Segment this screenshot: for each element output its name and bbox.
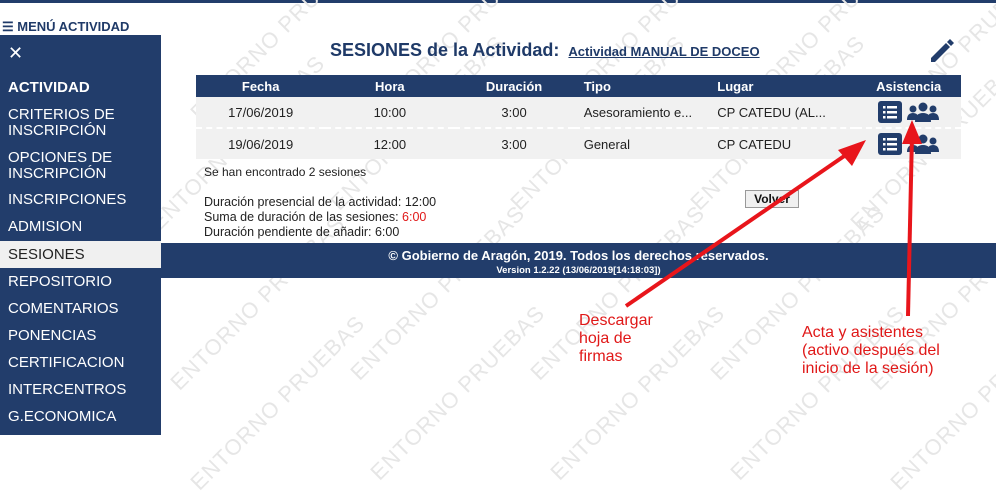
activity-link[interactable]: Actividad MANUAL DE DOCEO — [568, 44, 759, 59]
annotation-line: inicio de la sesión) — [802, 360, 934, 377]
cell-lugar: CP CATEDU (AL... — [713, 97, 857, 129]
sidebar-item-geconomica[interactable]: G.ECONOMICA — [0, 409, 161, 425]
sidebar-item-comentarios[interactable]: COMENTARIOS — [0, 301, 161, 317]
cell-fecha: 19/06/2019 — [196, 128, 326, 159]
users-icon[interactable] — [906, 101, 940, 123]
arrow-left-line — [624, 148, 855, 308]
volver-button[interactable]: Volver — [745, 190, 799, 208]
presencial-line: Duración presencial de la actividad: 12:… — [204, 195, 436, 210]
annotation-acta: Acta y asistentes (activo después del in… — [802, 324, 940, 378]
close-icon[interactable]: ✕ — [8, 43, 23, 64]
sidebar-item-certificacion[interactable]: CERTIFICACION — [0, 355, 161, 371]
suma-line: Suma de duración de las sesiones: 6:00 — [204, 210, 436, 225]
col-tipo-header: Tipo — [573, 75, 714, 97]
sidebar-item-criterios-line2[interactable]: INSCRIPCIÓN — [0, 123, 161, 139]
cell-asistencia — [856, 128, 961, 159]
list-icon[interactable] — [877, 133, 902, 155]
footer-copyright: © Gobierno de Aragón, 2019. Todos los de… — [388, 248, 769, 263]
annotation-line: firmas — [579, 348, 623, 365]
cell-hora: 10:00 — [325, 97, 455, 129]
presencial-value: 12:00 — [404, 195, 437, 209]
presencial-label: Duración presencial de la actividad: — [204, 195, 402, 209]
sidebar-item-actividad[interactable]: ACTIVIDAD — [0, 80, 161, 96]
annotation-line: (activo después del — [802, 342, 940, 359]
table-row: 19/06/2019 12:00 3:00 General CP CATEDU — [196, 128, 961, 159]
cell-duracion: 3:00 — [454, 128, 574, 159]
top-border-line — [0, 0, 996, 3]
cell-fecha: 17/06/2019 — [196, 97, 326, 129]
sidebar-item-admision[interactable]: ADMISION — [0, 219, 161, 235]
suma-label: Suma de duración de las sesiones: — [204, 210, 399, 224]
sidebar-item-intercentros[interactable]: INTERCENTROS — [0, 382, 161, 398]
cell-tipo: General — [573, 128, 714, 159]
pendiente-label: Duración pendiente de añadir: — [204, 225, 372, 239]
annotation-line: Descargar — [579, 312, 653, 329]
page-title-text: SESIONES de la Actividad: — [330, 40, 560, 60]
cell-asistencia — [856, 97, 961, 129]
sidebar-item-criterios-line1[interactable]: CRITERIOS DE — [0, 107, 161, 123]
sidebar-item-opciones-line1[interactable]: OPCIONES DE — [0, 150, 161, 166]
pendiente-line: Duración pendiente de añadir: 6:00 — [204, 225, 436, 240]
arrow-right-line — [906, 133, 914, 317]
col-hora-header: Hora — [325, 75, 455, 97]
sessions-found-text: Se han encontrado 2 sesiones — [204, 165, 367, 179]
list-icon[interactable] — [877, 101, 902, 123]
annotation-descargar: Descargar hoja de firmas — [579, 312, 653, 366]
annotation-line: hoja de — [579, 330, 632, 347]
sidebar-item-ponencias[interactable]: PONENCIAS — [0, 328, 161, 344]
col-fecha-header: Fecha — [196, 75, 326, 97]
suma-value: 6:00 — [402, 210, 427, 224]
col-lugar-header: Lugar — [713, 75, 857, 97]
cell-duracion: 3:00 — [454, 97, 574, 129]
sidebar-item-repositorio[interactable]: REPOSITORIO — [0, 274, 161, 290]
duration-summary: Duración presencial de la actividad: 12:… — [204, 195, 436, 240]
footer-version: Version 1.2.22 (13/06/2019[14:18:03]) — [496, 265, 661, 276]
sidebar: ✕ ACTIVIDAD CRITERIOS DE INSCRIPCIÓN OPC… — [0, 35, 161, 435]
menu-header[interactable]: ☰ MENÚ ACTIVIDAD — [2, 19, 129, 35]
pendiente-value: 6:00 — [374, 225, 400, 239]
watermark-text: ENTORNO PRUEBAS — [365, 300, 550, 485]
cell-lugar: CP CATEDU — [713, 128, 857, 159]
table-header-row: Fecha Hora Duración Tipo Lugar Asistenci… — [196, 75, 961, 97]
cell-tipo: Asesoramiento e... — [573, 97, 714, 129]
sidebar-item-opciones-line2[interactable]: INSCRIPCIÓN — [0, 166, 161, 182]
pencil-icon[interactable] — [926, 34, 958, 66]
col-asistencia-header: Asistencia — [856, 75, 961, 97]
page-title: SESIONES de la Actividad: Actividad MANU… — [330, 40, 760, 61]
table-row: 17/06/2019 10:00 3:00 Asesoramiento e...… — [196, 97, 961, 129]
annotation-line: Acta y asistentes — [802, 324, 923, 341]
cell-hora: 12:00 — [325, 128, 455, 159]
col-duracion-header: Duración — [454, 75, 574, 97]
sidebar-item-inscripciones[interactable]: INSCRIPCIONES — [0, 192, 161, 208]
users-icon[interactable] — [906, 133, 940, 155]
sidebar-item-sesiones[interactable]: SESIONES — [0, 241, 161, 268]
footer: © Gobierno de Aragón, 2019. Todos los de… — [161, 243, 996, 278]
watermark-text: ENTORNO PRUEBAS — [185, 310, 370, 495]
sessions-table: Fecha Hora Duración Tipo Lugar Asistenci… — [196, 75, 961, 159]
